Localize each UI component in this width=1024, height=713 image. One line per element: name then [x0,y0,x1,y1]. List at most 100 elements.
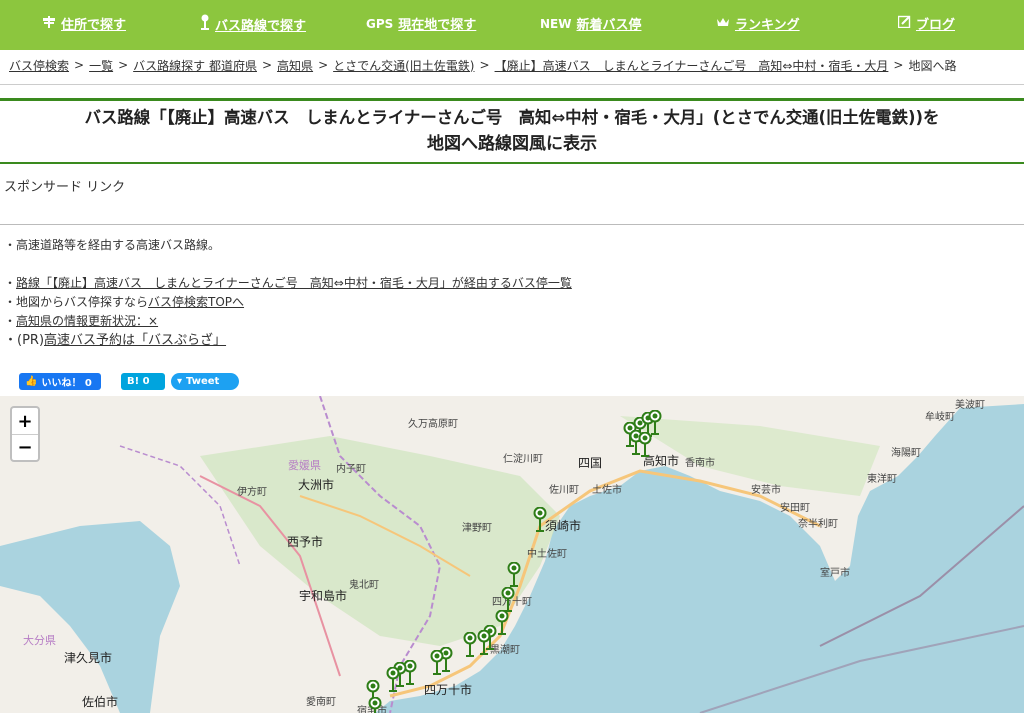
map-label: 愛媛県 [288,459,321,472]
divider [0,84,1024,85]
map-label: 土佐市 [592,485,622,496]
map-label: 西予市 [287,535,324,549]
info-prefix: ・ [4,314,17,328]
map-label: 美波町 [955,400,985,411]
map-label: 中土佐町 [527,549,567,560]
breadcrumb-current: 地図へ路 [908,58,957,73]
zoom-in-button[interactable]: + [12,408,38,434]
info-item: ・高知県の情報更新状況：× [4,312,572,331]
signpost-icon [42,15,56,33]
map-label: 牟岐町 [925,412,955,423]
breadcrumb-item[interactable]: バス路線探す 都道府県 [133,57,257,74]
info-item: ・路線「【廃止】高速バス しまんとライナーさんご号 高知⇔中村・宿毛・大月」が経… [4,274,572,293]
nav-blog-label: ブログ [916,18,956,33]
highway-note: ・高速道路等を経由する高速バス路線。 [4,238,221,252]
nav-new-label: 新着バス停 [576,18,642,33]
bus-stop-marker-icon[interactable] [507,562,521,588]
map-label: 鬼北町 [349,580,379,591]
breadcrumb-item[interactable]: 【廃止】高速バス しまんとライナーさんご号 高知⇔中村・宿毛・大月 [495,57,889,74]
map-label: 奈半利町 [798,519,838,530]
map-label: 室戸市 [820,568,850,579]
nav-ranking[interactable]: ランキング [716,14,800,33]
thumbs-up-icon: 👍 [25,376,38,387]
zoom-control: + − [10,406,40,462]
tweet-label: Tweet [186,376,220,387]
info-item: ・(PR)高速バス予約は「バスぷらざ」 [4,331,572,350]
info-prefix: ・(PR) [4,333,45,348]
crown-icon [716,16,730,32]
breadcrumb-separator: > [318,58,329,72]
page-title-box: バス路線「【廃止】高速バス しまんとライナーさんご号 高知⇔中村・宿毛・大月」(… [0,98,1024,164]
bus-stop-marker-icon[interactable] [533,507,547,533]
breadcrumb-separator: > [261,58,273,72]
nav-new[interactable]: NEW 新着バス停 [540,14,642,34]
map-label: 須崎市 [545,519,582,533]
nav-ranking-label: ランキング [735,18,800,33]
map-label: 四国 [578,456,603,470]
map-label: 大洲市 [298,478,335,492]
breadcrumb-separator: > [479,58,490,72]
info-list: ・高速道路等を経由する高速バス路線。 ・路線「【廃止】高速バス しまんとライナー… [4,236,572,350]
breadcrumb-item[interactable]: バス停検索 [9,57,69,74]
map-label: 伊方町 [237,487,267,498]
map-label: 安芸市 [751,485,781,496]
facebook-like-button[interactable]: 👍 いいね！ 0 [19,373,101,390]
bus-plaza-link[interactable]: 高速バス予約は「バスぷらざ」 [44,333,226,348]
bus-stop-marker-icon[interactable] [463,632,477,658]
divider [0,224,1024,225]
map-label: 津野町 [462,523,492,534]
map-label: 香南市 [685,458,715,469]
map-label: 愛南町 [306,697,336,708]
top-nav: 住所で探す バス路線で探す GPS 現在地で探す NEW 新着バス停 ランキング… [0,0,1024,50]
map-label: 大分県 [23,634,56,647]
breadcrumb-item[interactable]: 一覧 [89,57,113,74]
info-prefix: ・地図からバス停探すなら [4,295,149,309]
edit-icon [897,15,911,32]
social-buttons: 👍 いいね！ 0 B! 0 ▾ Tweet [19,373,239,390]
bus-stop-marker-icon[interactable] [638,432,652,458]
search-top-link[interactable]: バス停検索TOPへ [148,295,244,309]
nav-blog[interactable]: ブログ [897,14,956,33]
map-label: 久万高原町 [408,419,458,430]
map-label: 津久見市 [64,651,113,665]
map-label: 内子町 [336,464,366,475]
bus-stop-marker-icon[interactable] [368,697,382,713]
nav-route-label: バス路線で探す [215,18,307,34]
tweet-button[interactable]: ▾ Tweet [171,373,239,390]
hatena-bookmark-button[interactable]: B! 0 [121,373,165,390]
breadcrumb: バス停検索 > 一覧 > バス路線探す 都道府県 > 高知県 > とさでん交通(… [0,50,1024,80]
zoom-out-button[interactable]: − [12,434,38,460]
map-label: 四万十市 [424,683,473,697]
nav-gps[interactable]: GPS 現在地で探す [366,14,476,34]
map-label: 海陽町 [891,448,921,459]
bus-stop-icon [200,14,210,34]
bus-stop-marker-icon[interactable] [386,667,400,693]
map-label: 佐伯市 [82,695,119,709]
nav-gps-prefix: GPS [366,16,394,31]
nav-address[interactable]: 住所で探す [42,14,126,33]
info-item: ・地図からバス停探すならバス停検索TOPへ [4,293,572,312]
update-status-link[interactable]: 高知県の情報更新状況：× [16,314,158,328]
like-label: いいね！ 0 [41,378,92,389]
nav-new-prefix: NEW [540,16,572,31]
page-title-line2: 地図へ路線図風に表示 [427,134,597,154]
map-canvas [0,396,1024,713]
bus-stop-marker-icon[interactable] [430,650,444,676]
breadcrumb-separator: > [74,58,85,72]
info-prefix: ・ [4,276,17,290]
sponsored-links-label: スポンサード リンク [4,180,126,195]
map-label: 仁淀川町 [503,454,543,465]
breadcrumb-item[interactable]: 高知県 [277,57,313,74]
breadcrumb-separator: > [893,58,904,72]
breadcrumb-item[interactable]: とさでん交通(旧土佐電鉄) [333,57,474,74]
bus-stop-marker-icon[interactable] [477,630,491,656]
bus-stop-list-link[interactable]: 路線「【廃止】高速バス しまんとライナーさんご号 高知⇔中村・宿毛・大月」が経由… [16,276,572,290]
twitter-bird-icon: ▾ [177,376,183,387]
map-label: 東洋町 [867,474,897,485]
route-map[interactable]: 久万高原町 愛媛県 内子町 大洲市 伊方町 仁淀川町 四国 香南市 高知市 佐川… [0,396,1024,713]
bus-stop-marker-icon[interactable] [495,610,509,636]
map-label: 宇和島市 [299,589,348,603]
page-title: バス路線「【廃止】高速バス しまんとライナーさんご号 高知⇔中村・宿毛・大月」(… [0,101,1024,157]
map-label: 佐川町 [549,485,579,496]
nav-route[interactable]: バス路線で探す [200,14,306,34]
